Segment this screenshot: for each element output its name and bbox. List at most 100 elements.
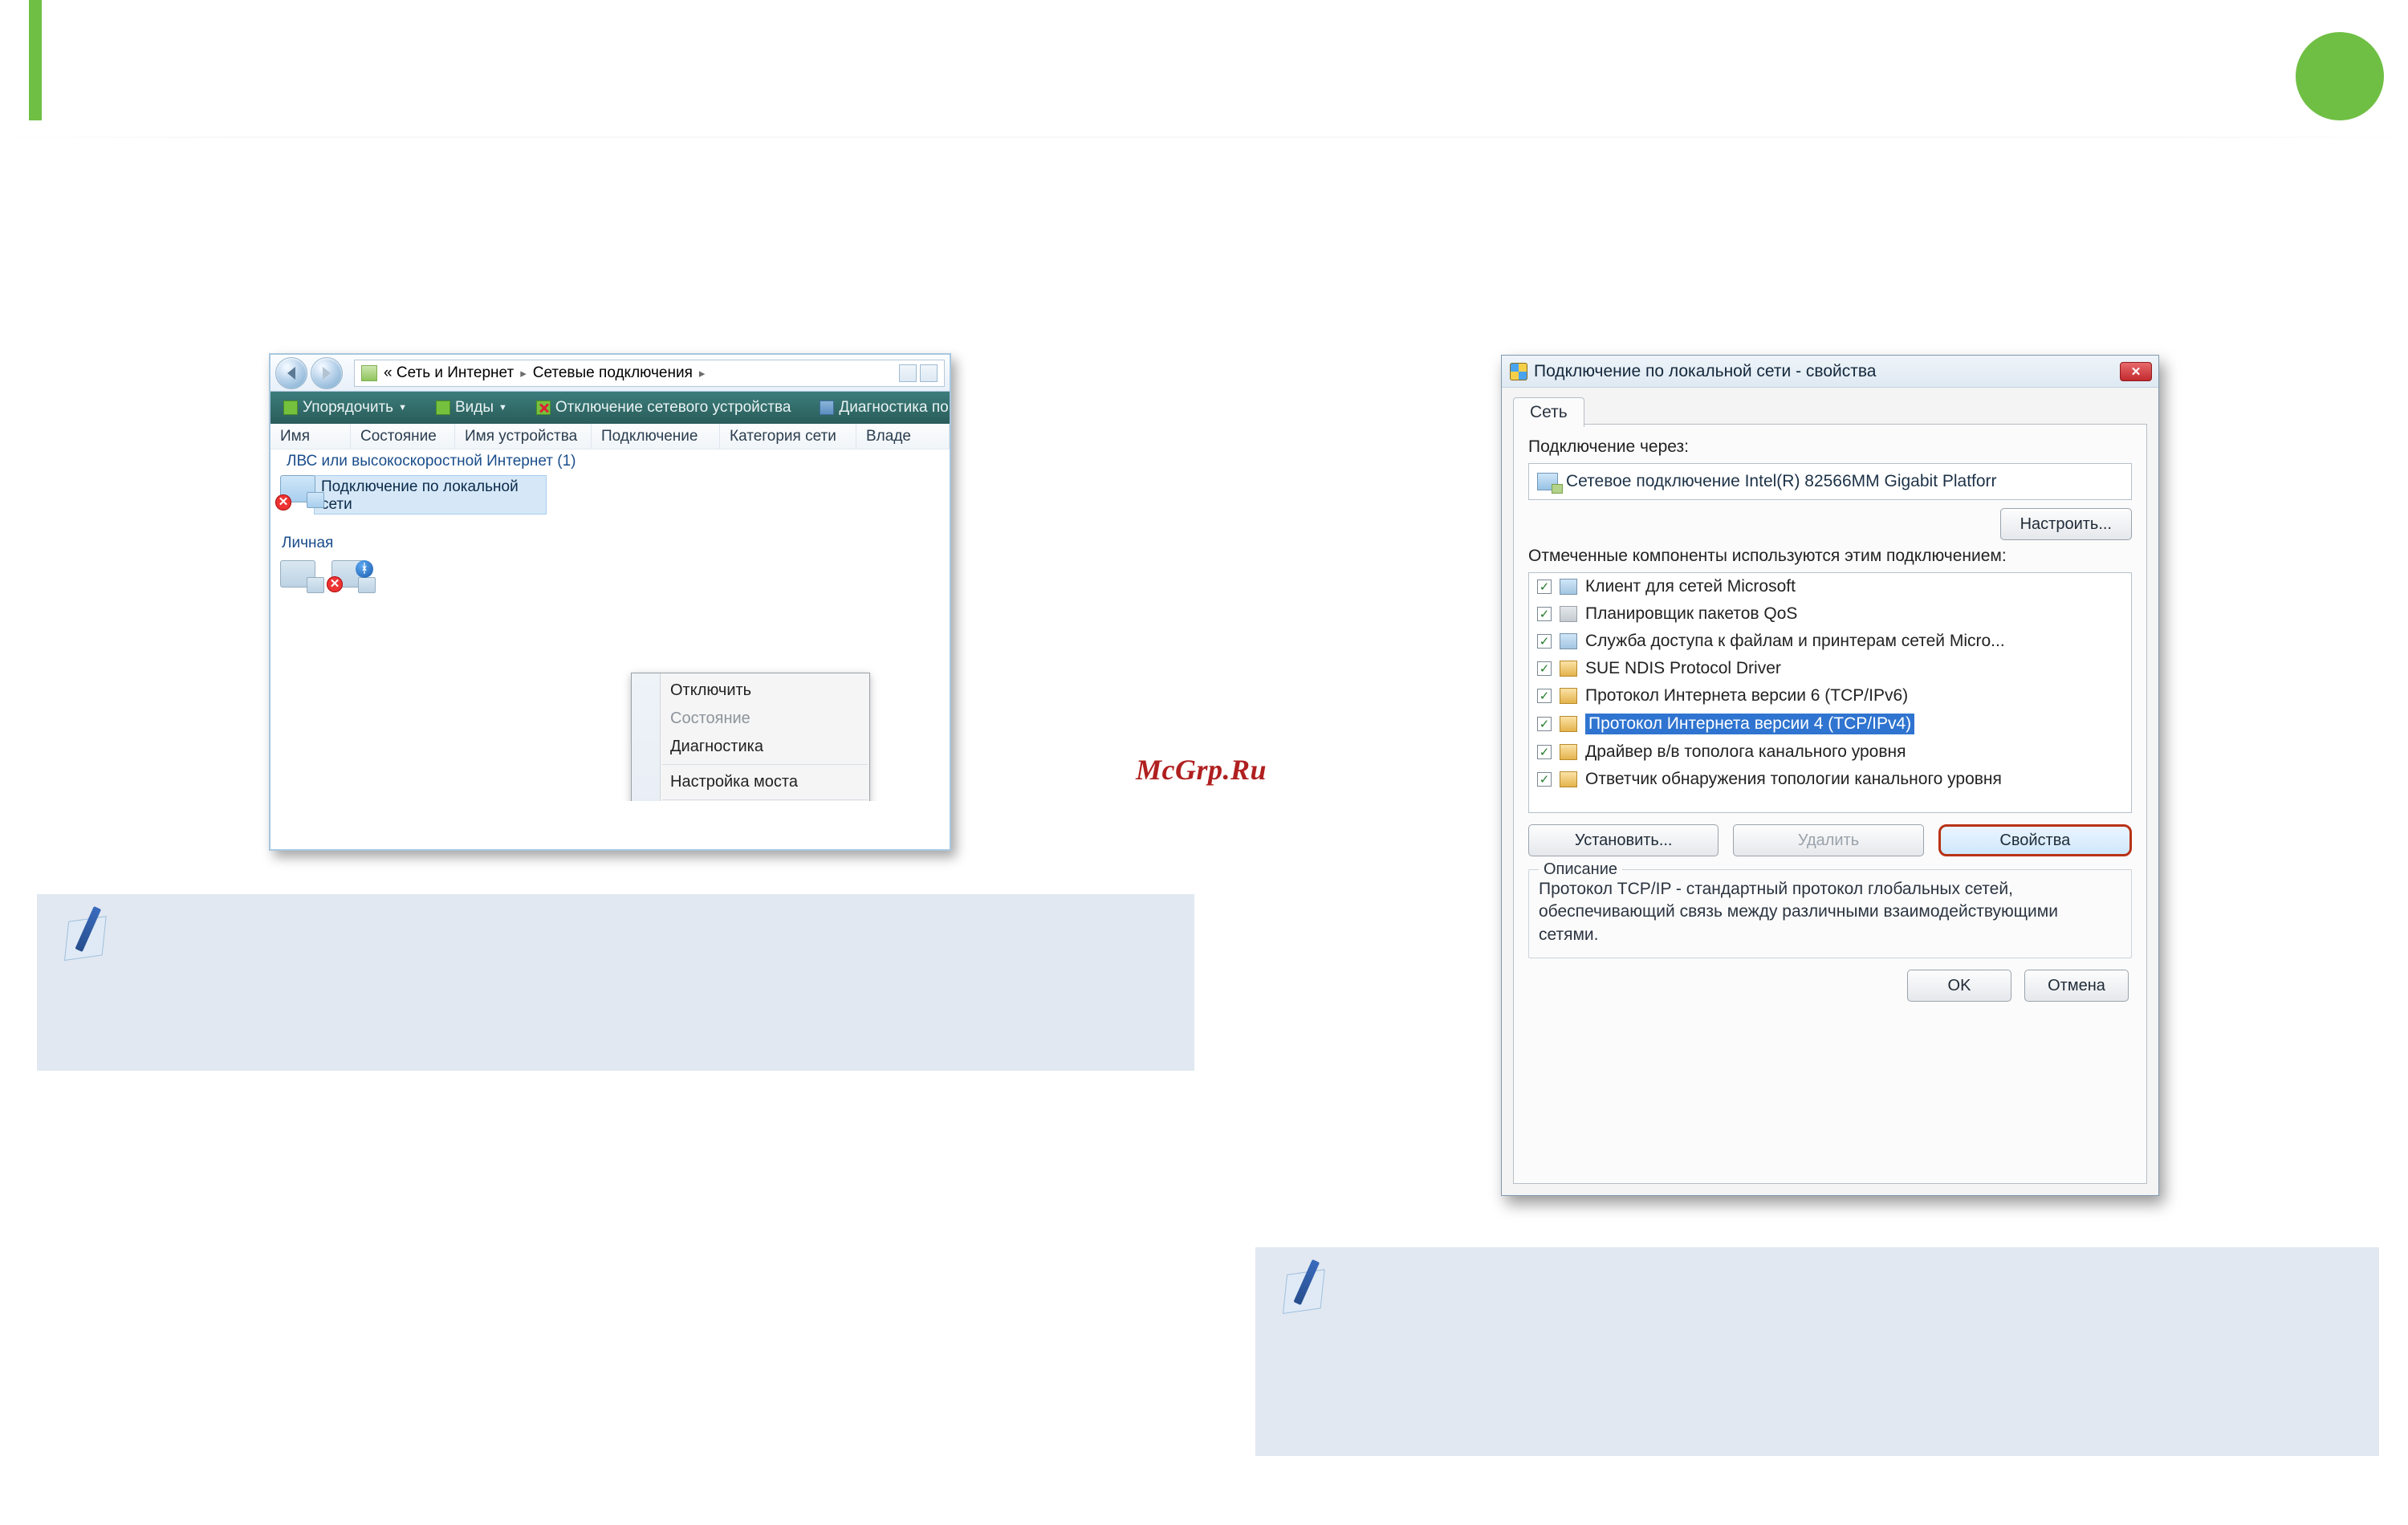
col-conn[interactable]: Подключение bbox=[592, 424, 720, 449]
breadcrumb-dropdown-button[interactable] bbox=[899, 364, 917, 382]
col-owner[interactable]: Владе bbox=[856, 424, 950, 449]
dialog-titlebar: Подключение по локальной сети - свойства… bbox=[1502, 356, 2158, 388]
service-icon bbox=[1560, 633, 1577, 649]
component-label: Ответчик обнаружения топологии канальног… bbox=[1585, 770, 2002, 789]
ok-button[interactable]: OK bbox=[1907, 970, 2011, 1002]
component-label[interactable]: Протокол Интернета версии 4 (TCP/IPv4) bbox=[1585, 714, 1914, 734]
toolbar-views[interactable]: Виды ▼ bbox=[428, 399, 515, 417]
toolbar-diagnose[interactable]: Диагностика по bbox=[811, 399, 950, 417]
error-badge-icon: ✕ bbox=[275, 494, 291, 510]
connections-area: ✕ Подключение по локальной сети Личная ✕… bbox=[270, 472, 950, 801]
ctx-separator bbox=[662, 764, 868, 765]
ctx-item-diagnose[interactable]: Диагностика bbox=[632, 733, 869, 761]
checkbox-icon[interactable]: ✓ bbox=[1537, 717, 1552, 731]
ctx-item-disable[interactable]: Отключить bbox=[632, 677, 869, 705]
ctx-item-bridge[interactable]: Настройка моста bbox=[632, 768, 869, 796]
connect-via-label: Подключение через: bbox=[1528, 437, 2132, 457]
note-icon bbox=[59, 906, 124, 965]
tab-network[interactable]: Сеть bbox=[1513, 397, 1584, 427]
disable-icon bbox=[536, 401, 551, 415]
component-label: Планировщик пакетов QoS bbox=[1585, 604, 1797, 624]
description-group: Описание Протокол TCP/IP - стандартный п… bbox=[1528, 869, 2132, 958]
explorer-toolbar: Упорядочить ▼ Виды ▼ Отключение сетевого… bbox=[270, 392, 950, 424]
chevron-right-icon: ▸ bbox=[699, 366, 706, 380]
service-icon bbox=[1560, 744, 1577, 760]
checkbox-icon[interactable]: ✓ bbox=[1537, 607, 1552, 621]
adapter-field: Сетевое подключение Intel(R) 82566MM Gig… bbox=[1528, 463, 2132, 500]
nic-icon bbox=[1537, 473, 1558, 490]
toolbar-diagnose-label: Диагностика по bbox=[839, 399, 948, 417]
description-text: Протокол TCP/IP - стандартный протокол г… bbox=[1539, 878, 2121, 946]
toolbar-disable-device[interactable]: Отключение сетевого устройства bbox=[528, 399, 799, 417]
component-item: ✓ Ответчик обнаружения топологии канально… bbox=[1529, 766, 2131, 793]
context-menu: Отключить Состояние Диагностика Настройк… bbox=[631, 673, 870, 801]
checkbox-icon[interactable]: ✓ bbox=[1537, 634, 1552, 649]
component-item: ✓ Протокол Интернета версии 6 (TCP/IPv6) bbox=[1529, 682, 2131, 710]
breadcrumb-segment-2: Сетевые подключения bbox=[533, 364, 693, 382]
description-legend: Описание bbox=[1539, 860, 1622, 879]
breadcrumb-refresh-button[interactable] bbox=[920, 364, 938, 382]
adapter-name: Сетевое подключение Intel(R) 82566MM Gig… bbox=[1566, 472, 1997, 491]
component-item: ✓ SUE NDIS Protocol Driver bbox=[1529, 655, 2131, 682]
dialog-tabs: Сеть bbox=[1513, 392, 2147, 425]
service-icon bbox=[1560, 579, 1577, 595]
properties-button[interactable]: Свойства bbox=[1938, 824, 2132, 856]
checkbox-icon[interactable]: ✓ bbox=[1537, 745, 1552, 759]
note-box-left bbox=[37, 894, 1194, 1071]
page-side-accent bbox=[29, 0, 42, 120]
group-header[interactable]: ЛВС или высокоскоростной Интернет (1) bbox=[270, 449, 950, 472]
checkbox-icon[interactable]: ✓ bbox=[1537, 661, 1552, 676]
bluetooth-icon: ᚼ bbox=[356, 560, 373, 578]
error-badge-icon: ✕ bbox=[327, 576, 343, 592]
chevron-down-icon: ▼ bbox=[498, 403, 507, 413]
breadcrumb[interactable]: « Сеть и Интернет ▸ Сетевые подключения … bbox=[354, 360, 945, 387]
connection-properties-dialog: Подключение по локальной сети - свойства… bbox=[1501, 355, 2159, 1196]
col-device[interactable]: Имя устройства bbox=[455, 424, 592, 449]
organize-icon bbox=[283, 401, 298, 415]
cancel-button[interactable]: Отмена bbox=[2024, 970, 2129, 1002]
close-button[interactable]: ✕ bbox=[2120, 362, 2152, 381]
checkbox-icon[interactable]: ✓ bbox=[1537, 772, 1552, 787]
nav-forward-button[interactable] bbox=[311, 357, 343, 389]
service-icon bbox=[1560, 661, 1577, 677]
configure-button[interactable]: Настроить... bbox=[2000, 508, 2132, 540]
component-label: SUE NDIS Protocol Driver bbox=[1585, 659, 1781, 678]
page-divider bbox=[0, 136, 2408, 138]
install-button[interactable]: Установить... bbox=[1528, 824, 1719, 856]
col-cat[interactable]: Категория сети bbox=[720, 424, 856, 449]
watermark-text: McGrp.Ru bbox=[1136, 753, 1267, 787]
dialog-title-text: Подключение по локальной сети - свойства bbox=[1534, 362, 1876, 381]
diagnose-icon bbox=[820, 401, 834, 415]
col-state[interactable]: Состояние bbox=[351, 424, 455, 449]
service-icon bbox=[1560, 606, 1577, 622]
personal-group-label: Личная bbox=[282, 535, 333, 552]
network-adapter-icon[interactable] bbox=[280, 560, 315, 588]
checkbox-icon[interactable]: ✓ bbox=[1537, 689, 1552, 703]
component-item: ✓Служба доступа к файлам и принтерам сет… bbox=[1529, 628, 2131, 655]
chevron-down-icon: ▼ bbox=[398, 403, 407, 413]
service-icon bbox=[1560, 716, 1577, 732]
selected-connection-item[interactable]: Подключение по локальной сети bbox=[314, 475, 547, 514]
shield-icon bbox=[1510, 363, 1527, 380]
component-label: Протокол Интернета версии 6 (TCP/IPv6) bbox=[1585, 686, 1908, 706]
toolbar-organize[interactable]: Упорядочить ▼ bbox=[275, 399, 415, 417]
components-list[interactable]: ✓ Клиент для сетей Microsoft ✓ Планировщик… bbox=[1528, 572, 2132, 813]
column-headers: Имя Состояние Имя устройства Подключение… bbox=[270, 424, 950, 449]
note-icon bbox=[1278, 1259, 1342, 1318]
component-label: Клиент для сетей Microsoft bbox=[1585, 577, 1796, 596]
component-item: ✓ Клиент для сетей Microsoft bbox=[1529, 573, 2131, 600]
service-icon bbox=[1560, 688, 1577, 704]
toolbar-views-label: Виды bbox=[455, 399, 494, 417]
views-icon bbox=[436, 401, 450, 415]
component-item: ✓ Драйвер в/в тополога канального уровня bbox=[1529, 738, 2131, 766]
toolbar-organize-label: Упорядочить bbox=[303, 399, 393, 417]
explorer-navbar: « Сеть и Интернет ▸ Сетевые подключения … bbox=[270, 355, 950, 392]
nav-back-button[interactable] bbox=[275, 357, 307, 389]
component-label: Драйвер в/в тополога канального уровня bbox=[1585, 742, 1906, 762]
col-name[interactable]: Имя bbox=[270, 424, 351, 449]
components-label: Отмеченные компоненты используются этим … bbox=[1528, 547, 2132, 566]
component-item: ✓ Планировщик пакетов QoS bbox=[1529, 600, 2131, 628]
network-connections-window: « Сеть и Интернет ▸ Сетевые подключения … bbox=[269, 353, 951, 851]
checkbox-icon[interactable]: ✓ bbox=[1537, 580, 1552, 594]
note-box-right bbox=[1255, 1247, 2379, 1456]
